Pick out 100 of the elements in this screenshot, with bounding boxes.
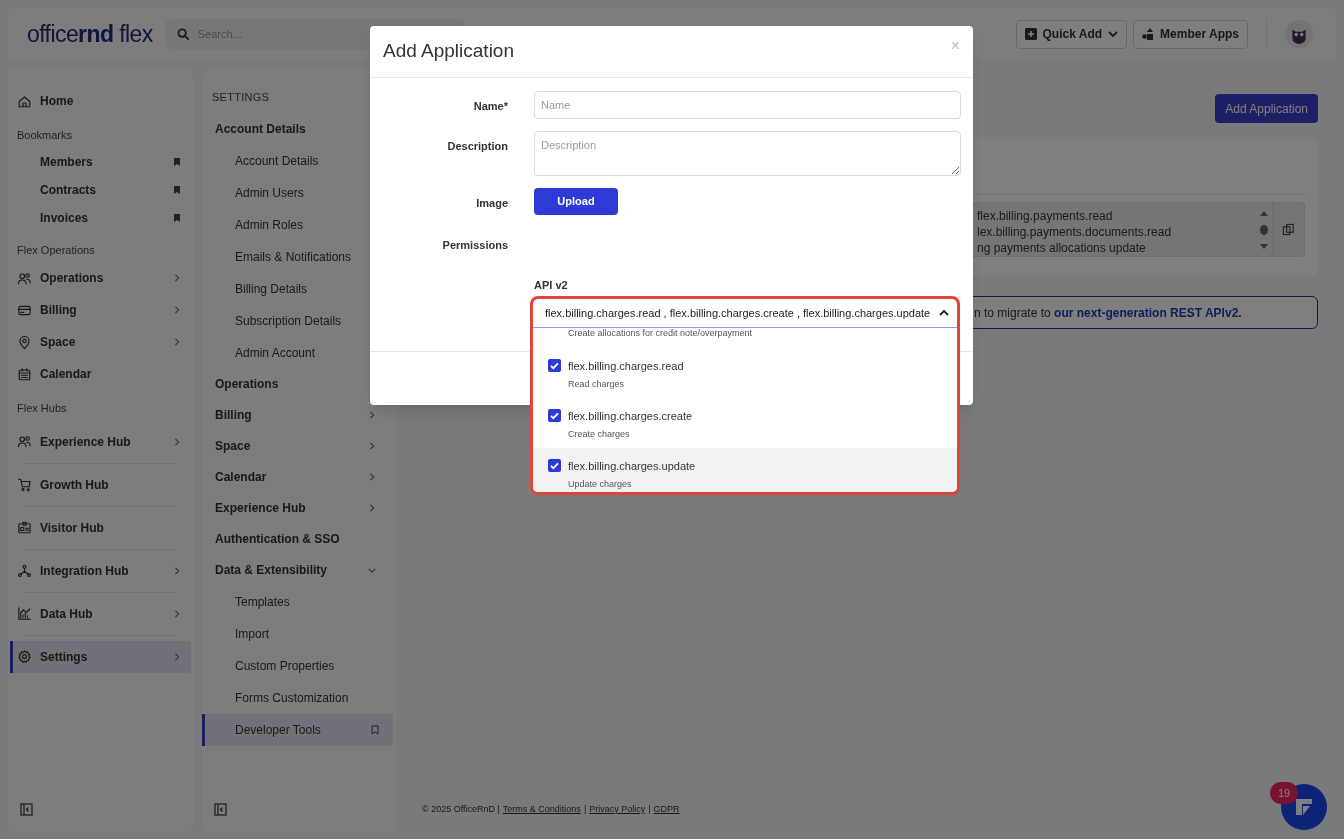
submenu-item[interactable]: Custom Properties [202,649,393,682]
section-heading: Bookmarks [16,128,74,143]
chevron-right-icon [368,472,376,482]
nav-item[interactable]: Data Hub [10,597,191,630]
footer-link[interactable]: Privacy Policy [589,803,646,817]
description-input[interactable]: Description [534,131,961,176]
permissions-dropdown[interactable] [530,296,960,495]
location-pin-icon [17,334,32,350]
option-name: flex.billing.charges.read [568,359,684,374]
footer-text: | [648,803,651,816]
panel-heading: SETTINGS [211,90,271,105]
menu-group[interactable]: Experience Hub [202,492,396,524]
chevron-right-icon [173,651,181,662]
notification-badge: 19 [1270,782,1298,804]
chevron-right-icon [368,503,376,513]
collapse-panel-icon[interactable] [214,803,227,816]
nav-item[interactable]: Integration Hub [10,554,191,587]
option-description: Create allocations for credit note/overpayment [567,328,754,338]
footer-link[interactable]: GDPR [653,803,680,817]
bookmark-item[interactable]: Members [10,147,191,176]
scope-text: flex.billing.payments.read [977,208,1114,224]
option-description: Read charges [568,377,626,391]
calendar-icon [17,366,32,382]
caret-up-icon [939,309,949,317]
option-name: flex.billing.charges.create [568,409,693,424]
chevron-right-icon [368,410,376,420]
logo-icon [1293,796,1315,818]
section-label: API v2 [534,278,568,293]
chevron-right-icon [173,305,181,315]
footer-text: © 2025 OfficeRnD | [422,803,500,816]
option-description: Update charges [568,477,633,491]
menu-group[interactable]: Billing [202,399,396,431]
chevron-right-icon [173,273,181,283]
collapse-sidebar-icon[interactable] [20,803,33,816]
shapes-icon [1142,28,1155,40]
permission-option[interactable]: flex.billing.charges.update Update charges [533,448,957,492]
settings-icon [17,649,32,664]
footer-text: | [583,803,587,816]
name-input[interactable]: Name [534,91,961,119]
submenu-item[interactable]: Templates [202,585,393,618]
api-link[interactable]: our next-generation REST APIv2. [1054,305,1242,320]
checkbox[interactable] [548,359,561,372]
scrollbar-arrows-icon[interactable] [1259,209,1269,250]
nodes-icon [17,563,32,578]
add-application-button[interactable]: Add Application [1215,94,1318,123]
nav-item[interactable]: Settings [10,640,191,673]
checkbox[interactable] [548,409,561,422]
submenu-item[interactable]: Import [202,617,393,650]
menu-group[interactable]: Data & Extensibility [202,554,396,586]
id-badge-icon [17,520,32,535]
menu-group[interactable]: Authentication & SSO [202,523,396,555]
bookmark-icon[interactable] [173,156,181,167]
chevron-right-icon [368,441,376,451]
caret-icon [1108,30,1119,38]
nav-item[interactable]: Operations [10,262,191,294]
scope-text: ng payments allocations update [977,240,1147,256]
search-icon [176,27,190,41]
menu-group[interactable]: Space [202,430,396,462]
quick-add-button[interactable]: Quick Add [1015,19,1128,49]
nav-item[interactable]: Space [10,326,191,358]
field-label: Name* [472,99,508,114]
nav-item[interactable]: Visitor Hub [10,511,191,544]
bookmark-icon[interactable] [173,184,181,195]
bookmark-item[interactable]: Contracts [10,175,191,204]
nav-item[interactable]: Experience Hub [10,425,191,458]
section-heading: Flex Operations [16,242,96,258]
chevron-right-icon [173,436,181,447]
checkbox[interactable] [548,459,561,472]
permission-option[interactable]: flex.billing.charges.read Read charges [533,348,957,398]
nav-item[interactable]: Calendar [10,358,191,390]
cart-icon [17,477,32,492]
bookmark-item[interactable]: Invoices [10,203,191,232]
people-icon [17,270,32,286]
option-description: Create charges [568,427,631,441]
option-name: flex.billing.charges.update [568,459,696,474]
nav-item[interactable]: Home [10,85,191,117]
chevron-right-icon [173,608,181,619]
field-label: Image [475,196,508,211]
bookmark-icon[interactable] [371,724,379,735]
submenu-item[interactable]: Forms Customization [202,681,393,714]
permission-option[interactable]: flex.billing.charges.create Create charges [533,398,957,448]
field-label: Description [446,139,508,154]
member-apps-button[interactable]: Member Apps [1133,19,1248,49]
chart-icon [17,606,32,621]
chevron-right-icon [173,565,181,576]
avatar[interactable] [1285,20,1313,48]
upload-button[interactable]: Upload [534,188,618,215]
menu-group[interactable]: Calendar [202,461,396,493]
chevron-right-icon [173,337,181,347]
nav-item[interactable]: Billing [10,294,191,326]
home-icon [17,93,32,109]
people-icon [17,434,32,449]
section-heading: Flex Hubs [16,401,68,416]
copy-icon[interactable] [1282,223,1295,236]
bookmark-icon[interactable] [173,212,181,223]
nav-item[interactable]: Growth Hub [10,468,191,501]
plus-square-icon [1024,28,1037,40]
banner-text: n to migrate to our next-generation REST APIv2. [974,304,1242,322]
submenu-item[interactable]: Developer Tools [202,713,393,746]
footer-link[interactable]: Terms & Conditions [502,803,581,817]
